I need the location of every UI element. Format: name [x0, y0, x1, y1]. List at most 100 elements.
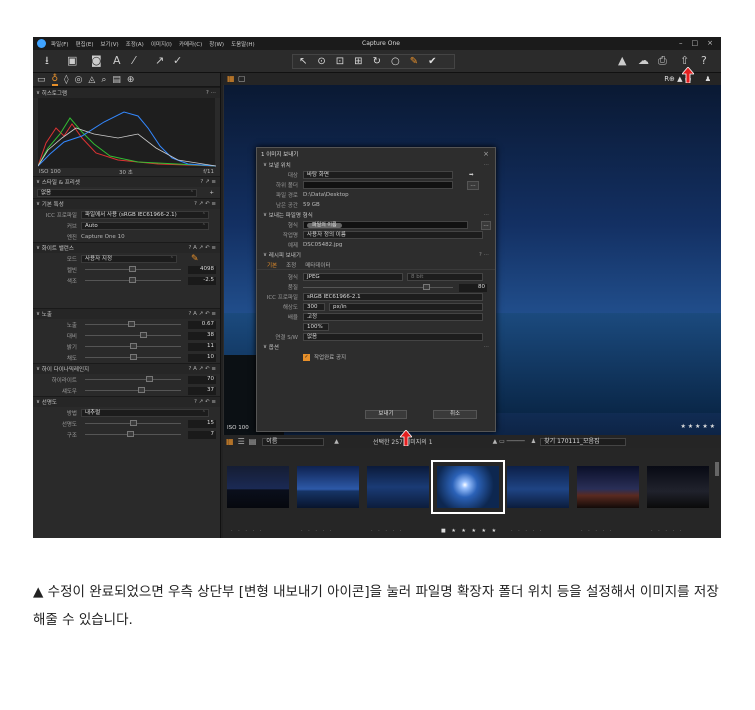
menu-adjust[interactable]: 조정(A)	[126, 40, 144, 48]
color-tab-icon[interactable]: ◎	[75, 75, 83, 85]
image-viewer[interactable]: ISO 100 ★ ★ ★ ★ ★ 1 이미지 보내기 × ∨ 보낼 위치 ⋯ 대상…	[224, 85, 721, 435]
histogram-header[interactable]: ∨ 히스토그램? ⋯	[33, 87, 220, 98]
naming-format-field[interactable]: 파일의 이름	[303, 221, 468, 229]
viewer-rating[interactable]: ★ ★ ★ ★ ★	[680, 423, 715, 430]
target-select[interactable]: 바탕 화면	[303, 171, 453, 179]
hdr-value[interactable]: 37	[188, 387, 216, 395]
capture-icon[interactable]: ▣	[67, 55, 77, 67]
resolution-field[interactable]: 300	[303, 303, 325, 311]
thumbnail-rating[interactable]: · · · · ·	[231, 528, 263, 534]
output-tab-icon[interactable]: ⊕	[127, 75, 135, 85]
sort-select[interactable]: 이름	[262, 437, 325, 446]
grid-view-icon[interactable]: ▦	[227, 74, 235, 83]
kelvin-value[interactable]: 4098	[188, 266, 216, 274]
browser-grid-icon[interactable]: ▦	[226, 437, 234, 446]
naming-section[interactable]: ∨ 보내는 파일명 형식 ⋯	[257, 210, 495, 220]
thumbnail[interactable]	[507, 466, 569, 508]
thumbnail[interactable]	[227, 466, 289, 508]
file-format-select[interactable]: JPEG	[303, 273, 403, 281]
filename-token[interactable]: 파일의 이름	[307, 223, 342, 228]
exposure-value[interactable]: 38	[188, 332, 216, 340]
export-icc-select[interactable]: sRGB IEC61966-2.1	[303, 293, 483, 301]
brush-icon[interactable]: ⁄	[133, 55, 135, 67]
menu-help[interactable]: 도움말(H)	[231, 40, 255, 48]
user-icon[interactable]: ♟	[531, 438, 536, 445]
exposure-value[interactable]: 0.67	[188, 321, 216, 329]
details-tab-icon[interactable]: ⌕	[101, 75, 106, 85]
open-folder-icon[interactable]: ➡	[469, 172, 474, 178]
wb-mode-select[interactable]: 사용자 지정	[81, 254, 177, 263]
thumbnail[interactable]	[367, 466, 429, 508]
tab-basic[interactable]: 기본	[267, 261, 277, 269]
hdr-slider[interactable]	[145, 376, 153, 382]
minimize-button[interactable]: –	[679, 39, 683, 47]
thumbnail-rating[interactable]: · · · · ·	[651, 528, 683, 534]
styles-header[interactable]: ∨ 스타일 & 프리셋? ↗ ≡	[33, 176, 220, 187]
tab-metadata[interactable]: 메타데이터	[305, 261, 330, 269]
clarity-slider[interactable]	[129, 420, 137, 426]
apply-tool-icon[interactable]: ✔	[428, 56, 436, 67]
menu-window[interactable]: 창(W)	[209, 40, 224, 48]
base-characteristics-header[interactable]: ∨ 기본 특성? ↗ ↶ ≡	[33, 198, 220, 209]
resolution-unit-select[interactable]: px/in	[329, 303, 483, 311]
camera-icon[interactable]: ◙	[91, 55, 102, 67]
menu-image[interactable]: 이미지(I)	[151, 40, 172, 48]
clarity-value[interactable]: 7	[188, 431, 216, 439]
exposure-value[interactable]: 11	[188, 343, 216, 351]
tint-slider[interactable]	[129, 277, 136, 283]
text-icon[interactable]: A	[113, 55, 121, 67]
clarity-method-select[interactable]: 내추럴	[81, 408, 209, 417]
import-icon[interactable]: ⭳	[45, 55, 49, 67]
arrow-icon[interactable]: ↗	[155, 55, 164, 67]
thumbnail[interactable]	[431, 460, 505, 514]
menu-edit[interactable]: 편집(E)	[76, 40, 94, 48]
notify-checkbox[interactable]: ✓	[303, 353, 310, 361]
bit-depth-select[interactable]: 8 bit	[407, 273, 483, 281]
straighten-tool-icon[interactable]: ↻	[373, 56, 381, 67]
recipe-section[interactable]: ∨ 레시피 보내기? ⋯	[257, 250, 495, 260]
close-button[interactable]: ×	[707, 39, 713, 47]
thumbnail-rating[interactable]: · · · · ·	[371, 528, 403, 534]
thumbnail[interactable]	[647, 466, 709, 508]
search-field[interactable]: 찾기 170111_모음집	[540, 437, 627, 446]
picker-tool-icon[interactable]: ✎	[410, 56, 418, 67]
browser-filmstrip-icon[interactable]: ▤	[249, 437, 257, 446]
kelvin-slider[interactable]	[129, 266, 136, 272]
naming-token-button[interactable]: …	[481, 221, 491, 230]
menu-camera[interactable]: 카메라(C)	[179, 40, 202, 48]
quality-value[interactable]: 80	[459, 284, 487, 292]
subfolder-token-button[interactable]: …	[467, 181, 479, 190]
exposure-slider[interactable]	[140, 332, 148, 338]
spot-tool-icon[interactable]: ○	[391, 56, 400, 67]
help-icon[interactable]: ?	[701, 55, 707, 67]
exposure-slider[interactable]	[127, 321, 135, 327]
export-button[interactable]: 보내기	[365, 410, 407, 419]
maximize-button[interactable]: □	[692, 39, 699, 47]
hdr-slider[interactable]	[138, 387, 146, 393]
menu-view[interactable]: 보기(V)	[100, 40, 118, 48]
scale-percent-field[interactable]: 100%	[303, 323, 329, 331]
crop-tool-icon[interactable]: ⊞	[354, 56, 362, 67]
exposure-value[interactable]: 10	[188, 354, 216, 362]
exposure-slider[interactable]	[129, 354, 137, 360]
rotate-tool-icon[interactable]: ⊡	[336, 56, 344, 67]
export-variants-icon[interactable]: ⇧	[680, 55, 689, 67]
exposure-tab-icon[interactable]: ◬	[88, 75, 95, 85]
clarity-header[interactable]: ∨ 선명도? ↗ ↶ ≡	[33, 396, 220, 407]
subfolder-field[interactable]	[303, 181, 453, 189]
options-section[interactable]: ∨ 옵션 ⋯	[257, 342, 495, 352]
menu-file[interactable]: 파일(F)	[51, 40, 69, 48]
thumbnail-rating[interactable]: ■ ★ ★ ★ ★ ★	[441, 528, 498, 534]
library-tab-icon[interactable]: ▭	[37, 75, 46, 85]
zoom-tool-icon[interactable]: ⊙	[317, 56, 325, 67]
thumbnail-rating[interactable]: · · · · ·	[301, 528, 333, 534]
styles-select[interactable]: 없음	[37, 188, 197, 197]
filmstrip-scrollbar[interactable]	[715, 462, 719, 476]
capture-tab-icon[interactable]: ♁	[51, 74, 59, 86]
tab-adjust[interactable]: 조정	[286, 261, 296, 269]
tint-value[interactable]: -2.5	[188, 277, 216, 285]
exposure-header[interactable]: ∨ 노출? A ↗ ↶ ≡	[33, 308, 220, 319]
job-name-field[interactable]: 사용자 정의 이름	[303, 231, 483, 239]
browser-list-icon[interactable]: ☰	[238, 437, 245, 446]
white-balance-header[interactable]: ∨ 화이트 밸런스? A ↗ ↶ ≡	[33, 242, 220, 253]
